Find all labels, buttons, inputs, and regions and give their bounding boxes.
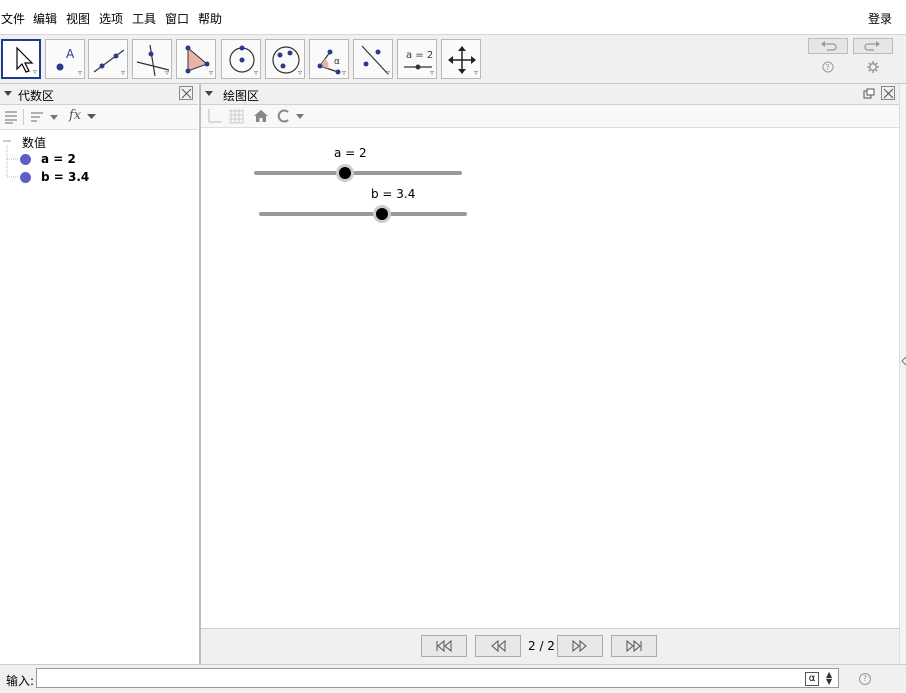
move-tool-button[interactable]: ▿	[1, 39, 41, 79]
nav-last-button[interactable]	[611, 635, 657, 657]
graphics-canvas[interactable]: a = 2 b = 3.4	[201, 128, 900, 628]
home-icon[interactable]	[253, 108, 269, 124]
nav-page-indicator: 2 / 2	[528, 639, 555, 653]
algebra-list: 数值 a = 2 b = 3.4	[0, 130, 198, 663]
slider-b-label[interactable]: b = 3.4	[371, 187, 415, 201]
algebra-item-a[interactable]: a = 2	[41, 152, 76, 166]
skip-last-icon	[626, 639, 642, 653]
svg-text:a = 2: a = 2	[406, 50, 433, 61]
visibility-dot-icon[interactable]	[20, 154, 31, 165]
tree-root-numbers[interactable]: 数值	[22, 134, 46, 151]
menu-window[interactable]: 窗口	[165, 10, 189, 27]
alpha-symbols-button[interactable]: α	[805, 672, 819, 686]
slider-tool-button[interactable]: a = 2 ▿	[397, 39, 437, 79]
reflect-tool-button[interactable]: ▿	[353, 39, 393, 79]
circle-tool-button[interactable]: ▿	[221, 39, 261, 79]
visibility-dot-icon[interactable]	[20, 172, 31, 183]
graphics-view-title: 绘图区	[223, 89, 260, 103]
slider-a[interactable]	[251, 163, 466, 183]
collapse-triangle-icon[interactable]	[205, 91, 213, 96]
point-capturing-icon[interactable]	[276, 108, 306, 124]
menu-options[interactable]: 选项	[99, 10, 123, 27]
help-icon[interactable]: ?	[822, 61, 834, 73]
menu-help[interactable]: 帮助	[198, 10, 222, 27]
line-tool-button[interactable]: ▿	[88, 39, 128, 79]
perpendicular-line-tool-button[interactable]: ▿	[132, 39, 172, 79]
gear-icon[interactable]	[867, 61, 879, 73]
close-icon[interactable]	[881, 86, 895, 100]
svg-text:α: α	[334, 57, 340, 67]
input-label: 输入:	[6, 674, 35, 688]
graphics-view-header: 绘图区	[201, 84, 899, 105]
right-sidebar-toggle[interactable]	[899, 84, 906, 664]
history-spinner-icon[interactable]: ▲ ▼	[826, 671, 832, 686]
circle-through-points-tool-button[interactable]: ▿	[265, 39, 305, 79]
undo-icon	[821, 41, 837, 51]
algebra-item-b[interactable]: b = 3.4	[41, 170, 89, 184]
menu-view[interactable]: 视图	[66, 10, 90, 27]
menu-file[interactable]: 文件	[1, 10, 25, 27]
algebra-toolbar: fx	[0, 105, 198, 130]
construction-navigation-bar: 2 / 2	[201, 628, 899, 664]
rewind-icon	[491, 639, 506, 653]
collapse-triangle-icon[interactable]	[4, 91, 12, 96]
skip-first-icon	[436, 639, 452, 653]
undo-button[interactable]	[808, 38, 848, 54]
nav-next-button[interactable]	[557, 635, 603, 657]
axes-toggle-icon[interactable]	[207, 108, 223, 124]
algebra-view-header: 代数区	[0, 84, 198, 105]
fast-forward-icon	[572, 639, 587, 653]
redo-icon	[864, 41, 880, 51]
grid-toggle-icon[interactable]	[228, 108, 244, 124]
menu-edit[interactable]: 编辑	[33, 10, 57, 27]
input-bar: 输入: α ▲ ▼ ?	[0, 664, 906, 693]
svg-text:A: A	[66, 47, 75, 61]
slider-b[interactable]	[256, 204, 471, 224]
chevron-left-icon[interactable]	[901, 356, 906, 366]
command-input[interactable]	[36, 668, 839, 688]
menu-lines-icon[interactable]	[4, 110, 18, 124]
input-help-icon[interactable]: ?	[859, 673, 871, 685]
login-link[interactable]: 登录	[868, 10, 892, 27]
slider-a-label[interactable]: a = 2	[334, 146, 367, 160]
move-graphics-view-tool-button[interactable]: ▿	[441, 39, 481, 79]
polygon-tool-button[interactable]: ▿	[176, 39, 216, 79]
nav-first-button[interactable]	[421, 635, 467, 657]
close-icon[interactable]	[179, 86, 193, 100]
chevron-down-icon[interactable]	[87, 114, 97, 120]
undock-icon[interactable]	[863, 88, 875, 100]
toolbar: ▿ A ▿ ▿ ▿ ▿ ▿ ▿ α ▿ ▿ a = 2 ▿ ▿ ?	[0, 35, 906, 84]
svg-text:?: ?	[826, 63, 830, 72]
menu-bar: 文件 编辑 视图 选项 工具 窗口 帮助 登录	[0, 0, 906, 35]
nav-previous-button[interactable]	[475, 635, 521, 657]
angle-tool-button[interactable]: α ▿	[309, 39, 349, 79]
fx-icon[interactable]: fx	[69, 108, 81, 123]
sort-icon[interactable]	[30, 110, 60, 124]
graphics-style-bar	[201, 105, 899, 128]
redo-button[interactable]	[853, 38, 893, 54]
algebra-view-title: 代数区	[18, 89, 55, 103]
menu-tools[interactable]: 工具	[132, 10, 156, 27]
point-tool-button[interactable]: A ▿	[45, 39, 85, 79]
